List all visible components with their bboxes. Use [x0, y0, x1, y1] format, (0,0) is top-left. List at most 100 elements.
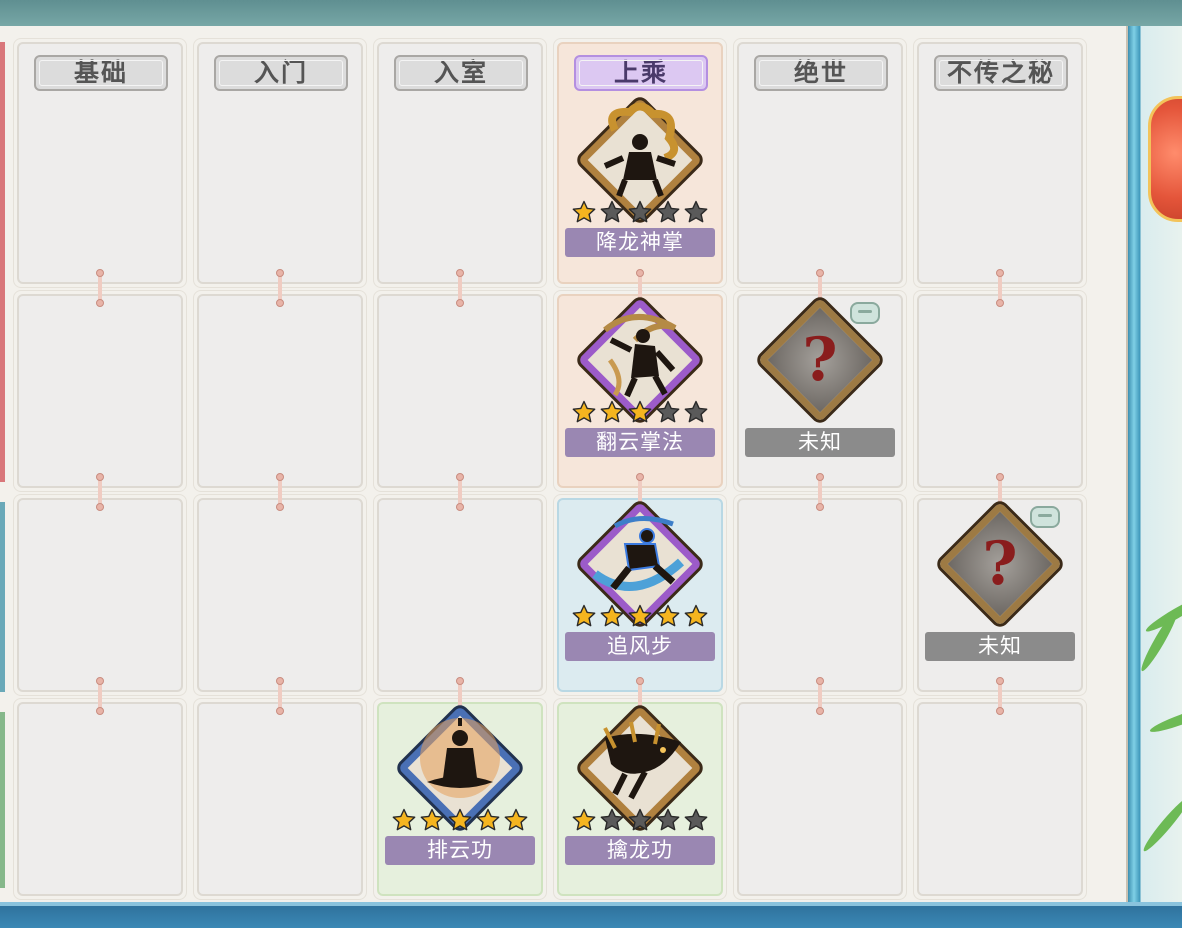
- star-filled-icon: [684, 604, 708, 628]
- peg-bar: [998, 478, 1002, 506]
- star-empty-icon: [600, 808, 624, 832]
- peg-dot: [996, 707, 1004, 715]
- connector-peg: [456, 269, 464, 307]
- grid-cell: [193, 698, 367, 900]
- star-rating: [390, 808, 530, 832]
- connector-peg: [276, 473, 284, 511]
- tier-header-4[interactable]: 上乘: [574, 55, 708, 91]
- star-filled-icon: [420, 808, 444, 832]
- skill-slot[interactable]: 擒龙功: [557, 705, 723, 865]
- star-empty-icon: [684, 808, 708, 832]
- tier-header-3[interactable]: 入室: [394, 55, 528, 91]
- peg-bar: [458, 274, 462, 302]
- connector-peg: [456, 473, 464, 511]
- peg-bar: [98, 274, 102, 302]
- grid-cell: [733, 494, 907, 696]
- star-rating: [570, 604, 710, 628]
- peg-dot: [816, 677, 824, 685]
- peg-dot: [456, 503, 464, 511]
- peg-dot: [456, 677, 464, 685]
- star-rating: [570, 200, 710, 224]
- peg-dot: [96, 473, 104, 481]
- skill-name: 降龙神掌: [565, 228, 715, 257]
- bottom-border: [0, 902, 1182, 928]
- star-filled-icon: [628, 604, 652, 628]
- star-filled-icon: [628, 400, 652, 424]
- connector-peg: [996, 677, 1004, 715]
- connector-peg: [996, 269, 1004, 307]
- grid-cell: [733, 698, 907, 900]
- skill-slot[interactable]: 排云功: [377, 705, 543, 865]
- star-empty-icon: [628, 200, 652, 224]
- peg-dot: [996, 269, 1004, 277]
- peg-bar: [818, 682, 822, 710]
- peg-dot: [276, 707, 284, 715]
- peg-dot: [636, 677, 644, 685]
- star-filled-icon: [600, 400, 624, 424]
- question-mark-glyph: ?: [802, 325, 838, 395]
- peg-bar: [638, 682, 642, 710]
- right-scroll-frame: [1128, 26, 1182, 904]
- peg-bar: [638, 274, 642, 302]
- skill-name: 未知: [925, 632, 1075, 661]
- connector-peg: [96, 473, 104, 511]
- skill-slot[interactable]: 翻云掌法: [557, 297, 723, 457]
- peg-bar: [818, 478, 822, 506]
- star-filled-icon: [572, 604, 596, 628]
- star-filled-icon: [392, 808, 416, 832]
- star-empty-icon: [656, 400, 680, 424]
- tier-header-6[interactable]: 不传之秘: [934, 55, 1068, 91]
- skill-slot[interactable]: 追风步: [557, 501, 723, 661]
- star-filled-icon: [504, 808, 528, 832]
- peg-dot: [276, 473, 284, 481]
- peg-dot: [276, 269, 284, 277]
- grid-cell: [373, 290, 547, 492]
- grid-cell: [193, 494, 367, 696]
- grid-cell: [373, 494, 547, 696]
- star-filled-icon: [448, 808, 472, 832]
- peg-dot: [816, 707, 824, 715]
- peg-dot: [996, 299, 1004, 307]
- grid-cell: [13, 698, 187, 900]
- peg-dot: [456, 269, 464, 277]
- peg-bar: [818, 274, 822, 302]
- peg-dot: [276, 299, 284, 307]
- grid-cell: [913, 698, 1087, 900]
- wind-chasing-runner-icon: [585, 504, 695, 614]
- peg-bar: [278, 478, 282, 506]
- peg-dot: [456, 299, 464, 307]
- star-empty-icon: [628, 808, 652, 832]
- grid-cell: [913, 290, 1087, 492]
- dragon-claw-icon: [585, 708, 695, 818]
- golden-dragon-warrior-icon: [585, 100, 695, 210]
- tier-header-1[interactable]: 基础: [34, 55, 168, 91]
- unknown-skill-slot[interactable]: ? 未知: [737, 297, 903, 457]
- peg-dot: [636, 473, 644, 481]
- peg-dot: [636, 269, 644, 277]
- tier-header-2[interactable]: 入门: [214, 55, 348, 91]
- scroll-token-icon: [1030, 506, 1060, 528]
- peg-bar: [638, 478, 642, 506]
- tier-header-5[interactable]: 绝世: [754, 55, 888, 91]
- star-rating: [570, 400, 710, 424]
- skill-slot[interactable]: 降龙神掌: [557, 97, 723, 257]
- peg-bar: [278, 682, 282, 710]
- skill-name: 翻云掌法: [565, 428, 715, 457]
- connector-peg: [96, 269, 104, 307]
- question-mark-glyph: ?: [982, 529, 1018, 599]
- side-badge[interactable]: [1148, 96, 1182, 222]
- star-filled-icon: [572, 808, 596, 832]
- peg-bar: [458, 478, 462, 506]
- meditating-monk-icon: [405, 708, 515, 818]
- peg-dot: [96, 677, 104, 685]
- peg-dot: [816, 503, 824, 511]
- unknown-skill-slot[interactable]: ? 未知: [917, 501, 1083, 661]
- connector-peg: [96, 677, 104, 715]
- star-filled-icon: [476, 808, 500, 832]
- star-filled-icon: [572, 400, 596, 424]
- star-empty-icon: [656, 200, 680, 224]
- star-empty-icon: [656, 808, 680, 832]
- skill-name: 追风步: [565, 632, 715, 661]
- peg-bar: [278, 274, 282, 302]
- peg-dot: [96, 269, 104, 277]
